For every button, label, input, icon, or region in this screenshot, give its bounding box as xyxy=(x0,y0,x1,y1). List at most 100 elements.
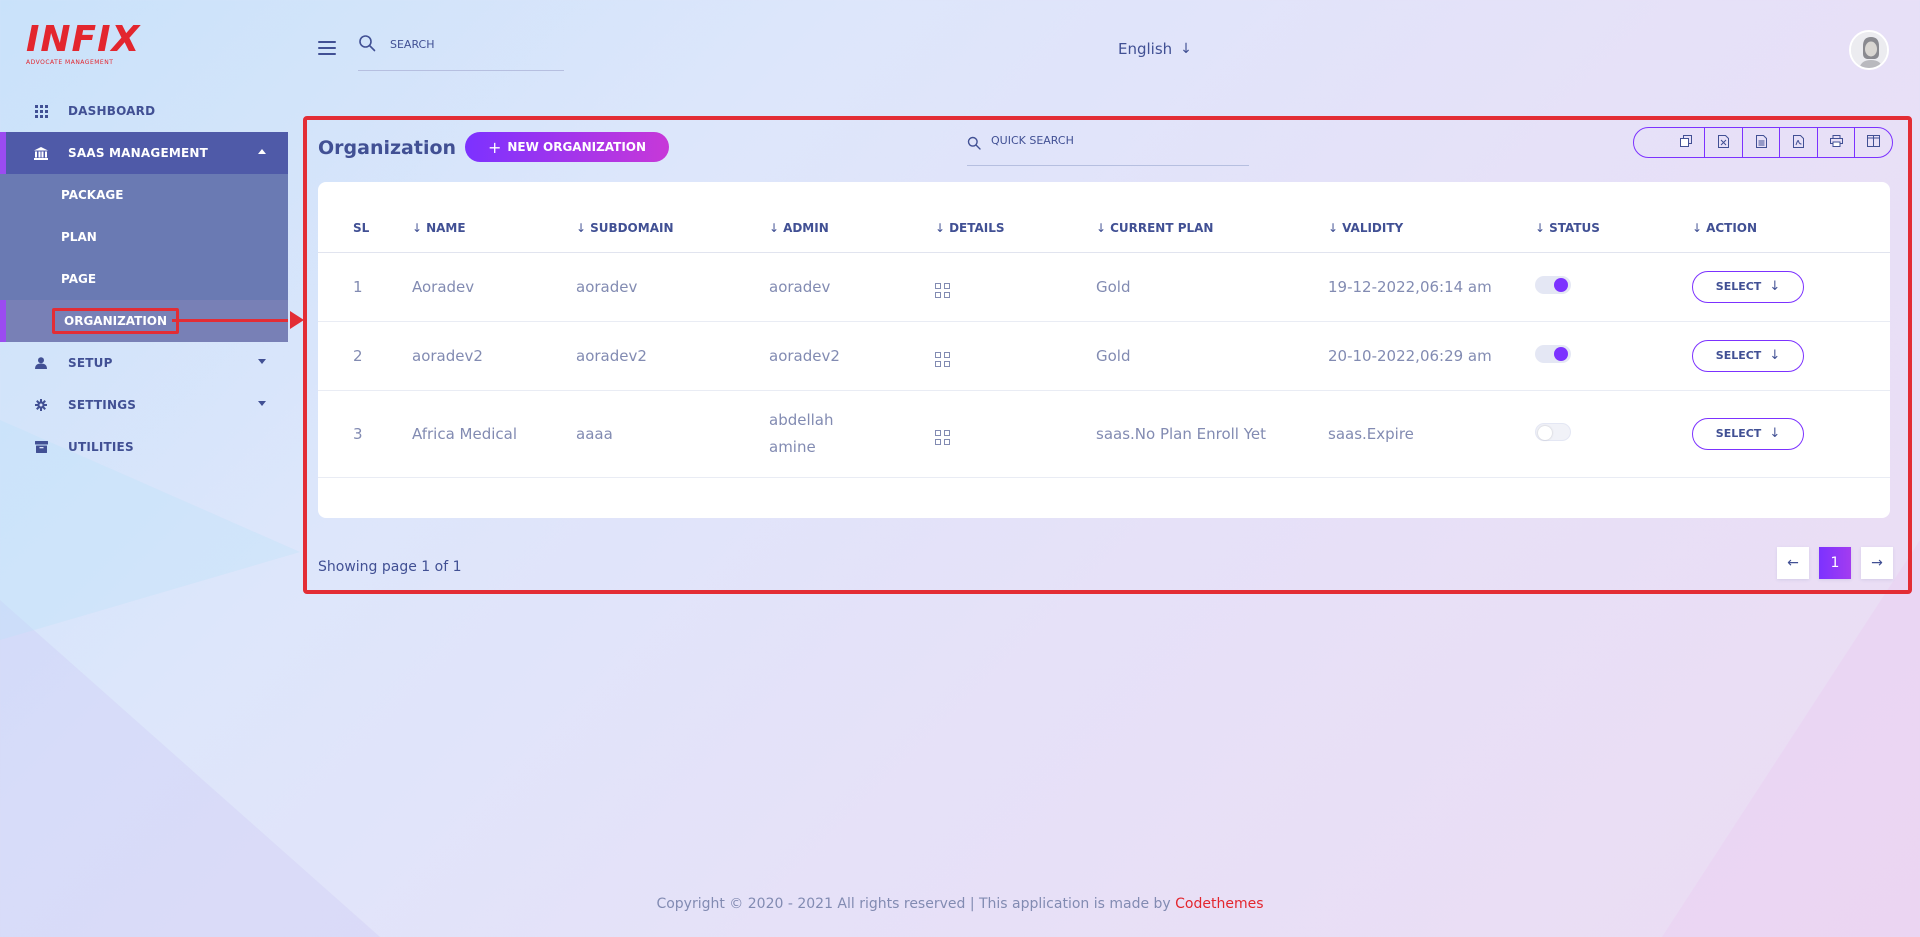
menu-toggle-button[interactable] xyxy=(318,41,336,55)
next-page-button[interactable]: → xyxy=(1861,547,1893,579)
sidebar-item-dashboard[interactable]: Dashboard xyxy=(0,90,288,132)
sort-icon: ↓ xyxy=(412,220,423,235)
cell-subdomain: aaaa xyxy=(576,390,769,478)
cell-subdomain: aoradev xyxy=(576,252,769,322)
new-organization-button[interactable]: + NEW ORGANIZATION xyxy=(465,132,669,162)
table-header-row: SL ↓ NAME ↓ SUBDOMAIN ↓ ADMIN ↓ DETAILS ↓ CUR… xyxy=(318,182,1890,253)
cell-status xyxy=(1535,390,1692,478)
cell-admin: aoradev xyxy=(769,252,935,322)
sort-icon: ↓ xyxy=(935,220,946,235)
cell-current-plan: saas.No Plan Enroll Yet xyxy=(1096,390,1328,478)
search-input[interactable] xyxy=(390,34,550,51)
columns-button[interactable] xyxy=(1854,128,1892,157)
excel-icon xyxy=(1718,134,1730,151)
sidebar-item-saas-management[interactable]: SaaS Management xyxy=(0,132,288,174)
cell-sl: 3 xyxy=(318,390,412,478)
status-toggle[interactable] xyxy=(1535,275,1571,294)
sidebar: INFIX ADVOCATE MANAGEMENT Dashboard SaaS… xyxy=(0,0,288,937)
sidebar-item-label: Utilities xyxy=(68,440,134,454)
table-row: 1 Aoradev aoradev aoradev Gold 19-12-202… xyxy=(318,252,1890,322)
toggle-knob xyxy=(1554,346,1568,361)
pagination: ← 1 → xyxy=(1777,547,1893,579)
sort-icon: ↓ xyxy=(1692,220,1703,235)
page-button-1[interactable]: 1 xyxy=(1819,547,1851,579)
hamburger-line xyxy=(318,41,336,43)
details-grid-icon[interactable] xyxy=(935,283,950,298)
column-header-admin[interactable]: ↓ ADMIN xyxy=(769,182,935,253)
column-header-validity[interactable]: ↓ VALIDITY xyxy=(1328,182,1535,253)
footer-brand-link[interactable]: Codethemes xyxy=(1175,896,1263,912)
plus-icon: + xyxy=(487,137,502,157)
arrow-down-icon: ↓ xyxy=(1180,41,1192,57)
column-header-sl[interactable]: SL xyxy=(318,182,412,253)
sidebar-item-setup[interactable]: Setup xyxy=(0,342,288,384)
cell-validity: 19-12-2022,06:14 am xyxy=(1328,252,1535,322)
caret-down-icon xyxy=(258,401,266,406)
language-selector[interactable]: English ↓ xyxy=(1118,40,1192,58)
excel-button[interactable] xyxy=(1704,128,1742,157)
column-header-details[interactable]: ↓ DETAILS xyxy=(935,182,1096,253)
status-toggle[interactable] xyxy=(1535,344,1571,363)
copy-button[interactable] xyxy=(1634,128,1704,157)
sidebar-item-label: Setup xyxy=(68,356,113,370)
print-button[interactable] xyxy=(1816,128,1855,157)
select-action-label: SELECT xyxy=(1715,427,1762,440)
sidebar-item-utilities[interactable]: Utilities xyxy=(0,426,288,468)
column-header-label: ADMIN xyxy=(783,220,829,235)
cell-name: aoradev2 xyxy=(412,321,576,391)
select-action-button[interactable]: SELECT ↓ xyxy=(1692,270,1804,303)
avatar[interactable] xyxy=(1849,30,1889,70)
column-header-label: VALIDITY xyxy=(1342,220,1404,235)
column-header-label: SL xyxy=(353,220,370,235)
grid-icon xyxy=(34,104,48,118)
status-toggle[interactable] xyxy=(1535,422,1571,441)
cell-sl: 1 xyxy=(318,252,412,322)
logo[interactable]: INFIX ADVOCATE MANAGEMENT xyxy=(26,22,139,68)
cell-details xyxy=(935,252,1096,322)
column-header-label: ACTION xyxy=(1706,220,1758,235)
hamburger-line xyxy=(318,53,336,55)
column-header-action[interactable]: ↓ ACTION xyxy=(1692,182,1890,253)
cell-details xyxy=(935,390,1096,478)
sidebar-subitem-label: Plan xyxy=(61,230,97,244)
footer: Copyright © 2020 - 2021 All rights reser… xyxy=(0,896,1920,912)
cell-subdomain: aoradev2 xyxy=(576,321,769,391)
page-title: Organization xyxy=(318,137,457,159)
background-shape xyxy=(1660,540,1920,937)
column-header-subdomain[interactable]: ↓ SUBDOMAIN xyxy=(576,182,769,253)
copy-icon xyxy=(1680,135,1693,150)
cell-status xyxy=(1535,252,1692,322)
cell-current-plan: Gold xyxy=(1096,252,1328,322)
columns-icon xyxy=(1867,135,1881,150)
arrow-right-icon: → xyxy=(1871,555,1883,571)
gear-icon xyxy=(34,398,48,412)
sidebar-item-settings[interactable]: Settings xyxy=(0,384,288,426)
page-number: 1 xyxy=(1830,555,1840,571)
sidebar-subitem-package[interactable]: Package xyxy=(0,174,288,216)
cell-action: SELECT ↓ xyxy=(1692,252,1890,322)
cell-sl: 2 xyxy=(318,321,412,391)
csv-button[interactable] xyxy=(1741,128,1780,157)
sidebar-subitem-page[interactable]: Page xyxy=(0,258,288,300)
details-grid-icon[interactable] xyxy=(935,352,950,367)
pdf-button[interactable] xyxy=(1779,128,1817,157)
search-icon xyxy=(358,34,376,52)
admin-line: abdellah xyxy=(769,410,834,429)
column-header-status[interactable]: ↓ STATUS xyxy=(1535,182,1692,253)
column-header-current-plan[interactable]: ↓ CURRENT PLAN xyxy=(1096,182,1328,253)
details-grid-icon[interactable] xyxy=(935,430,950,445)
caret-up-icon xyxy=(258,149,266,154)
quick-search-input[interactable] xyxy=(991,134,1231,147)
select-action-button[interactable]: SELECT ↓ xyxy=(1692,417,1804,450)
column-header-label: DETAILS xyxy=(949,220,1005,235)
column-header-name[interactable]: ↓ NAME xyxy=(412,182,576,253)
arrow-down-icon: ↓ xyxy=(1769,426,1781,441)
column-header-label: NAME xyxy=(426,220,466,235)
arrow-down-icon: ↓ xyxy=(1769,348,1781,363)
prev-page-button[interactable]: ← xyxy=(1777,547,1809,579)
select-action-button[interactable]: SELECT ↓ xyxy=(1692,339,1804,372)
admin-line: amine xyxy=(769,437,816,456)
sidebar-subitem-plan[interactable]: Plan xyxy=(0,216,288,258)
select-action-label: SELECT xyxy=(1715,349,1762,362)
select-action-label: SELECT xyxy=(1715,280,1762,293)
